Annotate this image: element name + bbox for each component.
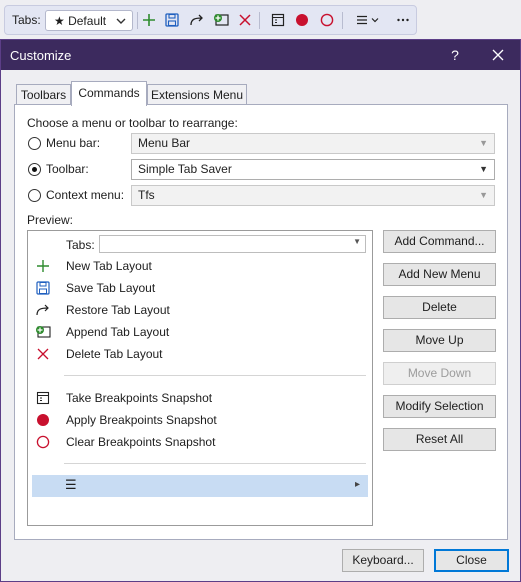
menu-bar-combo: Menu Bar ▼ — [131, 133, 495, 154]
keyboard-button[interactable]: Keyboard... — [342, 549, 424, 572]
commands-panel: Choose a menu or toolbar to rearrange: M… — [14, 104, 508, 540]
menu-icon — [357, 15, 379, 25]
chevron-down-icon: ▼ — [353, 237, 361, 246]
delete-x-icon — [34, 345, 52, 363]
submenu-arrow-icon: ▸ — [354, 479, 360, 490]
list-item[interactable]: Delete Tab Layout — [28, 343, 372, 365]
plus-icon — [34, 257, 52, 275]
tab-layout-dropdown[interactable]: ★ Default — [45, 10, 133, 31]
breakpoints-snapshot-icon — [271, 13, 285, 27]
clear-breakpoints-icon — [34, 433, 52, 451]
menu-bar-label: Menu bar: — [46, 136, 101, 150]
list-item[interactable]: Apply Breakpoints Snapshot — [28, 409, 372, 431]
preview-separator — [64, 463, 366, 464]
toolbar-separator — [259, 12, 260, 29]
apply-breakpoints-icon — [296, 14, 308, 26]
menu-bar-radio[interactable] — [28, 137, 41, 150]
menu-bar-value: Menu Bar — [138, 136, 191, 150]
clear-snapshot-button[interactable] — [316, 6, 338, 34]
list-item-label: Restore Tab Layout — [66, 303, 170, 317]
breakpoints-snapshot-icon — [34, 389, 52, 407]
chevron-down-icon: ▼ — [479, 164, 488, 174]
choose-label: Choose a menu or toolbar to rearrange: — [27, 116, 238, 130]
dialog-title-bar: Customize ? — [1, 40, 520, 70]
apply-snapshot-button[interactable] — [291, 6, 313, 34]
delete-layout-button[interactable] — [234, 6, 256, 34]
save-icon — [165, 13, 179, 27]
list-item-label: New Tab Layout — [66, 259, 152, 273]
dialog-title: Customize — [10, 48, 72, 63]
list-item-label: Append Tab Layout — [66, 325, 170, 339]
toolbar-combo[interactable]: Simple Tab Saver ▼ — [131, 159, 495, 180]
restore-layout-button[interactable] — [186, 6, 208, 34]
tab-toolbars[interactable]: Toolbars — [16, 84, 71, 105]
list-item[interactable]: Save Tab Layout — [28, 277, 372, 299]
preview-separator — [64, 375, 366, 376]
toolbar-value: Simple Tab Saver — [138, 162, 232, 176]
add-new-menu-button[interactable]: Add New Menu — [383, 263, 496, 286]
list-item[interactable]: Restore Tab Layout — [28, 299, 372, 321]
help-button[interactable]: ? — [445, 44, 465, 66]
context-menu-label: Context menu: — [46, 188, 125, 202]
move-down-button[interactable]: Move Down — [383, 362, 496, 385]
list-item[interactable]: Append Tab Layout — [28, 321, 372, 343]
preview-tabs-combo[interactable]: ▼ — [99, 235, 366, 253]
toolbar-separator — [342, 12, 343, 29]
tab-extensions-menu[interactable]: Extensions Menu — [147, 84, 247, 105]
append-layout-icon — [34, 323, 52, 341]
list-item-label: Apply Breakpoints Snapshot — [66, 413, 217, 427]
list-item[interactable]: New Tab Layout — [28, 255, 372, 277]
preview-tabs-label: Tabs: — [66, 238, 95, 252]
save-icon — [34, 279, 52, 297]
plus-icon — [143, 14, 155, 26]
reset-all-button[interactable]: Reset All — [383, 428, 496, 451]
close-button[interactable]: Close — [434, 549, 509, 572]
move-up-button[interactable]: Move Up — [383, 329, 496, 352]
restore-arrow-icon — [190, 14, 203, 26]
list-item[interactable]: Clear Breakpoints Snapshot — [28, 431, 372, 453]
list-item-label: Clear Breakpoints Snapshot — [66, 435, 216, 449]
selected-menu-row[interactable]: ☰ ▸ — [32, 475, 368, 497]
close-icon — [492, 49, 504, 61]
take-snapshot-button[interactable] — [267, 6, 289, 34]
preview-list[interactable]: Tabs: ▼ New Tab Layout Save Tab Layout R… — [27, 230, 373, 526]
customize-dialog: Customize ? Toolbars Commands Extensions… — [0, 39, 521, 582]
toolbar-option-label: Toolbar: — [46, 162, 89, 176]
restore-arrow-icon — [34, 301, 52, 319]
delete-x-icon — [239, 14, 251, 26]
delete-button[interactable]: Delete — [383, 296, 496, 319]
preview-label: Preview: — [27, 213, 74, 227]
context-menu-combo: Tfs ▼ — [131, 185, 495, 206]
chevron-down-icon: ▼ — [479, 190, 488, 200]
list-item-label: Delete Tab Layout — [66, 347, 163, 361]
list-item-label: Take Breakpoints Snapshot — [66, 391, 213, 405]
list-item-label: Save Tab Layout — [66, 281, 156, 295]
append-layout-icon — [214, 14, 229, 26]
modify-selection-button[interactable]: Modify Selection — [383, 395, 496, 418]
more-icon — [397, 18, 409, 22]
tabs-label: Tabs: — [12, 13, 41, 27]
close-dialog-button[interactable] — [487, 44, 509, 66]
chevron-down-icon: ▼ — [479, 138, 488, 148]
apply-breakpoints-icon — [34, 411, 52, 429]
clear-breakpoints-icon — [320, 13, 334, 27]
toolbar-overflow-button[interactable] — [393, 6, 413, 34]
save-layout-button[interactable] — [161, 6, 183, 34]
context-menu-value: Tfs — [138, 188, 155, 202]
new-layout-button[interactable] — [138, 6, 160, 34]
toolbar-radio[interactable] — [28, 163, 41, 176]
append-layout-button[interactable] — [210, 6, 232, 34]
list-item[interactable]: Take Breakpoints Snapshot — [28, 387, 372, 409]
toolbar-menu-button[interactable] — [350, 6, 386, 34]
tab-commands[interactable]: Commands — [71, 81, 147, 106]
menu-icon: ☰ — [65, 477, 77, 492]
context-menu-radio[interactable] — [28, 189, 41, 202]
add-command-button[interactable]: Add Command... — [383, 230, 496, 253]
tab-layout-value: ★ Default — [54, 13, 107, 28]
chevron-down-icon — [116, 18, 126, 24]
tab-saver-toolbar: Tabs: ★ Default — [4, 5, 417, 35]
